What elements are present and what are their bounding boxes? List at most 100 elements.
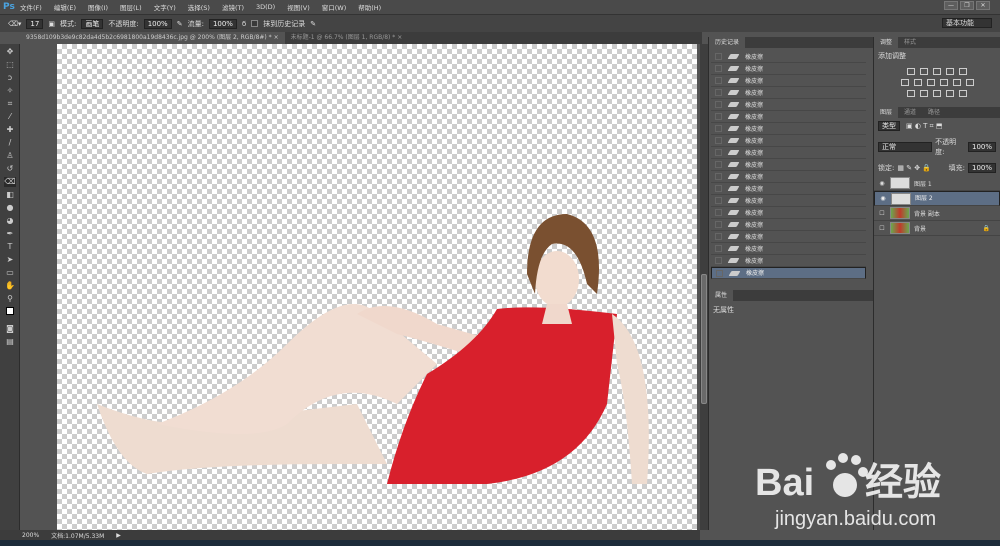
history-item[interactable]: 橡皮擦	[711, 99, 866, 111]
history-item[interactable]: 橡皮擦	[711, 231, 866, 243]
filter-icons[interactable]: ▣ ◐ T ⌗ ⬒	[906, 122, 942, 131]
color-swatches-icon[interactable]	[4, 307, 16, 321]
layer-name[interactable]: 图层 2	[915, 194, 933, 203]
eye-icon[interactable]: ◉	[879, 194, 887, 203]
menu-file[interactable]: 文件(F)	[20, 2, 42, 12]
dodge-tool-icon[interactable]: ◕	[4, 216, 16, 226]
healing-tool-icon[interactable]: ✚	[4, 125, 16, 135]
layer-row[interactable]: ☐ 背景 副本	[874, 206, 1000, 221]
color-balance-icon[interactable]	[913, 79, 922, 86]
airbrush-icon[interactable]: ϭ	[242, 20, 246, 28]
invert-icon[interactable]	[907, 90, 915, 97]
history-source-checkbox[interactable]	[715, 257, 722, 264]
layer-opacity-input[interactable]: 100%	[967, 142, 996, 152]
menu-view[interactable]: 视图(V)	[287, 2, 310, 12]
history-source-checkbox[interactable]	[715, 209, 722, 216]
brightness-icon[interactable]	[907, 68, 915, 75]
history-source-checkbox[interactable]	[715, 221, 722, 228]
menu-image[interactable]: 图像(I)	[88, 2, 108, 12]
hand-tool-icon[interactable]: ✋	[4, 281, 16, 291]
history-panel-tab[interactable]: 历史记录	[709, 37, 746, 48]
history-source-checkbox[interactable]	[715, 125, 722, 132]
history-source-checkbox[interactable]	[715, 185, 722, 192]
layer-row[interactable]: ◉ 图层 2	[874, 191, 1000, 206]
history-brush-tool-icon[interactable]: ↺	[4, 164, 16, 174]
quick-select-tool-icon[interactable]: ✧	[4, 86, 16, 96]
history-source-checkbox[interactable]	[715, 245, 722, 252]
menu-layer[interactable]: 图层(L)	[120, 2, 142, 12]
visibility-toggle[interactable]: ☐	[878, 225, 886, 232]
workspace-select[interactable]: 基本功能	[942, 18, 992, 28]
status-menu-arrow-icon[interactable]: ▶	[116, 532, 121, 539]
levels-icon[interactable]	[920, 68, 928, 75]
minimize-button[interactable]: —	[944, 1, 958, 10]
layer-name[interactable]: 图层 1	[914, 179, 932, 188]
history-source-checkbox[interactable]	[715, 89, 722, 96]
menu-help[interactable]: 帮助(H)	[358, 2, 381, 12]
curves-icon[interactable]	[933, 68, 941, 75]
path-select-tool-icon[interactable]: ➤	[4, 255, 16, 265]
layer-row[interactable]: ☐ 背景 🔒	[874, 221, 1000, 236]
menu-edit[interactable]: 编辑(E)	[54, 2, 76, 12]
tab-paths[interactable]: 路径	[922, 107, 946, 118]
quick-mask-icon[interactable]: ◙	[4, 324, 16, 334]
history-item[interactable]: 橡皮擦	[711, 123, 866, 135]
lasso-tool-icon[interactable]: ↄ	[4, 73, 16, 83]
tab-styles[interactable]: 样式	[898, 37, 922, 48]
eyedropper-tool-icon[interactable]: ⁄	[4, 112, 16, 122]
history-item[interactable]: 橡皮擦	[711, 159, 866, 171]
history-item[interactable]: 橡皮擦	[711, 63, 866, 75]
pressure-size-icon[interactable]: ✎	[310, 20, 316, 28]
history-source-checkbox[interactable]	[715, 197, 722, 204]
lock-icons[interactable]: ▦ ✎ ✥ 🔒	[897, 164, 931, 172]
menu-filter[interactable]: 滤镜(T)	[222, 2, 244, 12]
history-item[interactable]: 橡皮擦	[711, 267, 866, 279]
shape-tool-icon[interactable]: ▭	[4, 268, 16, 278]
history-source-checkbox[interactable]	[715, 161, 722, 168]
layer-name[interactable]: 背景 副本	[914, 209, 940, 218]
history-item[interactable]: 橡皮擦	[711, 135, 866, 147]
fill-input[interactable]: 100%	[967, 163, 996, 173]
layer-name[interactable]: 背景	[914, 224, 926, 233]
restore-button[interactable]: ❐	[960, 1, 974, 10]
eraser-tool-icon[interactable]: ⌫	[4, 177, 16, 187]
posterize-icon[interactable]	[920, 90, 928, 97]
stamp-tool-icon[interactable]: ♙	[4, 151, 16, 161]
tab-close-icon[interactable]: ×	[397, 34, 402, 41]
zoom-level[interactable]: 200%	[22, 532, 39, 539]
gradient-map-icon[interactable]	[959, 90, 967, 97]
history-item[interactable]: 橡皮擦	[711, 255, 866, 267]
hue-saturation-icon[interactable]	[900, 79, 909, 86]
layer-row[interactable]: ◉ 图层 1	[874, 176, 1000, 191]
exposure-icon[interactable]	[946, 68, 954, 75]
history-item[interactable]: 橡皮擦	[711, 171, 866, 183]
tab-document-1[interactable]: 9358d109b3de9c82da4d5b2c6981800a19d8436c…	[20, 32, 285, 44]
erase-history-checkbox[interactable]	[251, 20, 259, 27]
photo-filter-icon[interactable]	[939, 79, 948, 86]
tab-close-icon[interactable]: ×	[274, 34, 279, 41]
history-source-checkbox[interactable]	[715, 149, 722, 156]
brush-size-picker[interactable]: 17	[26, 18, 44, 29]
marquee-tool-icon[interactable]: ⬚	[4, 60, 16, 70]
blur-tool-icon[interactable]: ●	[4, 203, 16, 213]
screen-mode-icon[interactable]: ▤	[4, 337, 16, 347]
blend-mode-select[interactable]: 正常	[878, 142, 933, 152]
opacity-input[interactable]: 100%	[143, 18, 172, 29]
threshold-icon[interactable]	[933, 90, 941, 97]
vibrance-icon[interactable]	[959, 68, 967, 75]
history-item[interactable]: 橡皮擦	[711, 219, 866, 231]
tab-document-2[interactable]: 未标题-1 @ 66.7% (图层 1, RGB/8) * ×	[285, 32, 409, 44]
gradient-tool-icon[interactable]: ◧	[4, 190, 16, 200]
history-source-checkbox[interactable]	[715, 77, 722, 84]
history-source-checkbox[interactable]	[715, 233, 722, 240]
menu-window[interactable]: 窗口(W)	[322, 2, 347, 12]
history-item[interactable]: 橡皮擦	[711, 75, 866, 87]
history-item[interactable]: 橡皮擦	[711, 87, 866, 99]
history-source-checkbox[interactable]	[715, 53, 722, 60]
history-item[interactable]: 橡皮擦	[711, 207, 866, 219]
history-source-checkbox[interactable]	[715, 101, 722, 108]
pen-tool-icon[interactable]: ✒	[4, 229, 16, 239]
history-item[interactable]: 橡皮擦	[711, 183, 866, 195]
history-item[interactable]: 橡皮擦	[711, 195, 866, 207]
zoom-tool-icon[interactable]: ⚲	[4, 294, 16, 304]
